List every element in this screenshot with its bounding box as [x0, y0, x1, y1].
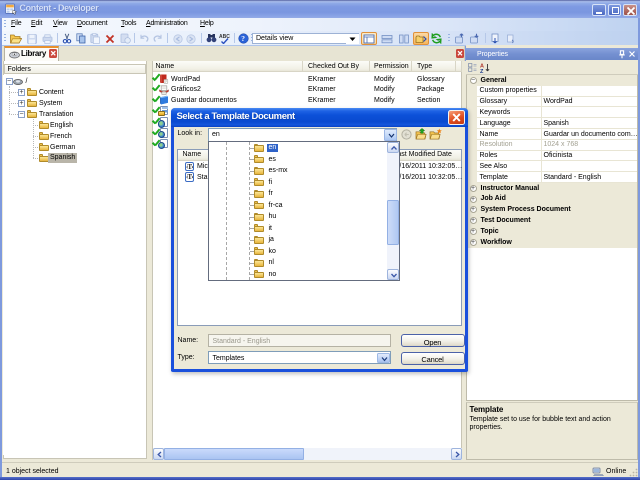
svg-text:?: ? [241, 34, 245, 43]
svg-text:‹T›: ‹T› [186, 163, 194, 171]
svg-text:‹T›: ‹T› [186, 173, 194, 181]
